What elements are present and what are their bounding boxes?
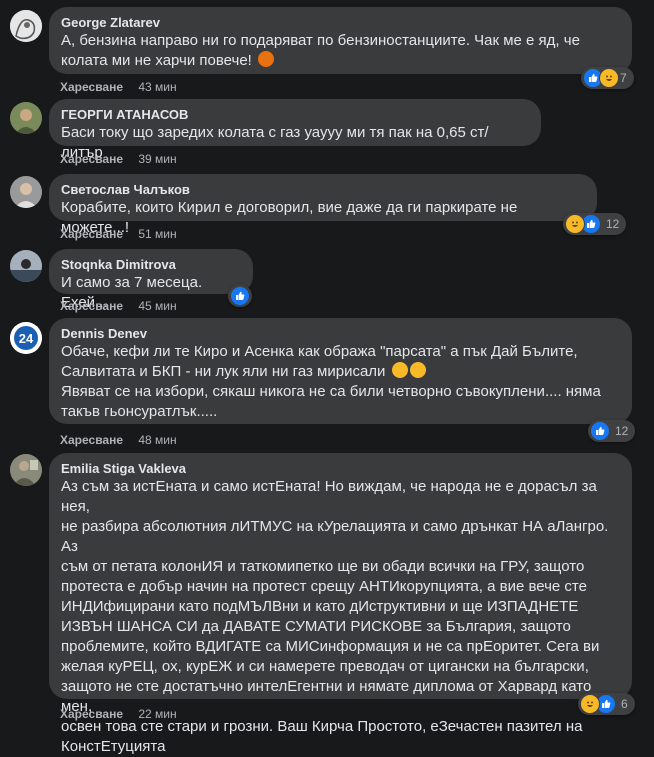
like-button[interactable]: Харесване [60, 299, 123, 313]
like-icon [230, 286, 250, 306]
like-icon [590, 421, 610, 441]
avatar-photo-icon [10, 250, 42, 282]
comment-line: проблемите, който ВДИГАТЕ са МИСинформац… [61, 638, 600, 655]
comment-line: протеста е добър начин на протест срещу … [61, 578, 587, 595]
reactions-summary[interactable]: 12 [588, 420, 636, 442]
comment-actions: Харесване 39 мин [60, 151, 177, 167]
comment-george-zlatarev: George Zlatarev А, бензина направо ни го… [0, 0, 654, 96]
reactions-summary[interactable] [228, 285, 252, 307]
comment-author[interactable]: Emilia Stiga Vakleva [61, 461, 620, 477]
haha-icon [580, 694, 600, 714]
haha-icon [599, 68, 619, 88]
reaction-count: 6 [621, 697, 628, 711]
comment-timestamp[interactable]: 43 мин [138, 80, 176, 94]
comment-line: такъв гьонсуратлък..... [61, 403, 218, 420]
comment-actions: Харесване 48 мин [60, 432, 177, 448]
comment-author[interactable]: Stoqnka Dimitrova [61, 257, 241, 273]
comment-actions: Харесване 45 мин [60, 298, 177, 314]
comment-stoqnka-dimitrova: Stoqnka Dimitrova И само за 7 месеца. Ех… [0, 244, 654, 316]
avatar-photo-icon [10, 102, 42, 134]
comment-timestamp[interactable]: 45 мин [138, 299, 176, 313]
comment-actions: Харесване 43 мин [60, 79, 177, 95]
comment-author[interactable]: Светослав Чалъков [61, 182, 585, 198]
avatar-photo-icon [10, 454, 42, 486]
haha-icon [565, 214, 585, 234]
comment-author[interactable]: ГЕОРГИ АТАНАСОВ [61, 107, 529, 123]
comment-timestamp[interactable]: 48 мин [138, 433, 176, 447]
comment-line: ИЗВЪН ШАНСА СИ да ДАВАТЕ СУМАТИ РИСКОВЕ … [61, 618, 571, 635]
comment-line: съм от петата колонИЯ и таткомипетко ще … [61, 558, 585, 575]
comment-georgi-atanasov: ГЕОРГИ АТАНАСОВ Баси току що заредих кол… [0, 96, 654, 172]
comment-timestamp[interactable]: 51 мин [138, 227, 176, 241]
comment-bubble: Emilia Stiga Vakleva Аз съм за истЕната … [49, 453, 632, 755]
grin-emoji-icon [391, 362, 408, 378]
like-button[interactable]: Харесване [60, 227, 123, 241]
angry-emoji-icon [258, 51, 275, 67]
comment-line: желая куРЕЦ, ох, курЕЖ и си намерете пре… [61, 658, 589, 675]
reactions-summary[interactable]: 12 [563, 213, 627, 235]
comment-line: Салвитата и БКП - ни лук яли ни газ мири… [61, 362, 620, 382]
comment-line: Аз съм за истЕната и само истЕната! Но в… [61, 478, 601, 515]
reaction-count: 7 [620, 71, 627, 85]
comment-bubble: Светослав Чалъков Корабите, които Кирил … [49, 174, 597, 236]
comment-actions: Харесване 51 мин [60, 226, 177, 242]
reaction-count: 12 [615, 424, 629, 438]
comment-author[interactable]: George Zlatarev [61, 15, 620, 31]
avatar[interactable] [10, 176, 42, 208]
comment-line: не разбира абсолютния лИТМУС на кУрелаци… [61, 518, 613, 555]
comment-svetoslav-chalakov: Светослав Чалъков Корабите, които Кирил … [0, 172, 654, 244]
comment-actions: Харесване 22 мин [60, 706, 177, 722]
comment-text: А, бензина направо ни го подаряват по бе… [61, 32, 585, 69]
comment-bubble: Stoqnka Dimitrova И само за 7 месеца. Ех… [49, 249, 253, 311]
reactions-summary[interactable]: 7 [581, 67, 634, 89]
avatar[interactable] [10, 250, 42, 282]
reactions-summary[interactable]: 6 [578, 693, 635, 715]
comment-bubble: George Zlatarev А, бензина направо ни го… [49, 7, 632, 74]
svg-text:24: 24 [19, 331, 34, 346]
comment-line: Обаче, кефи ли те Киро и Асенка как обра… [61, 343, 578, 360]
like-button[interactable]: Харесване [60, 433, 123, 447]
comment-author[interactable]: Dennis Denev [61, 326, 620, 342]
comment-emilia-stiga-vakleva: Emilia Stiga Vakleva Аз съм за истЕната … [0, 448, 654, 755]
grin-emoji-icon [409, 362, 426, 378]
avatar[interactable] [10, 10, 42, 42]
like-button[interactable]: Харесване [60, 152, 123, 166]
reaction-count: 12 [606, 217, 620, 231]
avatar-24-logo-icon: 24 [10, 322, 42, 354]
comment-line: ИНДИфицирани като подМЪЛВни и като дИстр… [61, 598, 579, 615]
avatar-sketch-icon [10, 10, 42, 42]
comment-timestamp[interactable]: 22 мин [138, 707, 176, 721]
comment-bubble: Dennis Denev Обаче, кефи ли те Киро и Ас… [49, 318, 632, 424]
like-button[interactable]: Харесване [60, 80, 123, 94]
comment-timestamp[interactable]: 39 мин [138, 152, 176, 166]
comment-line: Явяват се на избори, сякаш никога не са … [61, 383, 601, 400]
avatar-photo-icon [10, 176, 42, 208]
avatar[interactable] [10, 102, 42, 134]
like-button[interactable]: Харесване [60, 707, 123, 721]
comment-dennis-denev: 24 Dennis Denev Обаче, кефи ли те Киро и… [0, 316, 654, 448]
avatar[interactable]: 24 [10, 322, 42, 354]
avatar[interactable] [10, 454, 42, 486]
comment-line: КонстЕтуцията [61, 738, 166, 755]
comment-bubble: ГЕОРГИ АТАНАСОВ Баси току що заредих кол… [49, 99, 541, 161]
comment-text: Обаче, кефи ли те Киро и Асенка как обра… [61, 342, 620, 422]
